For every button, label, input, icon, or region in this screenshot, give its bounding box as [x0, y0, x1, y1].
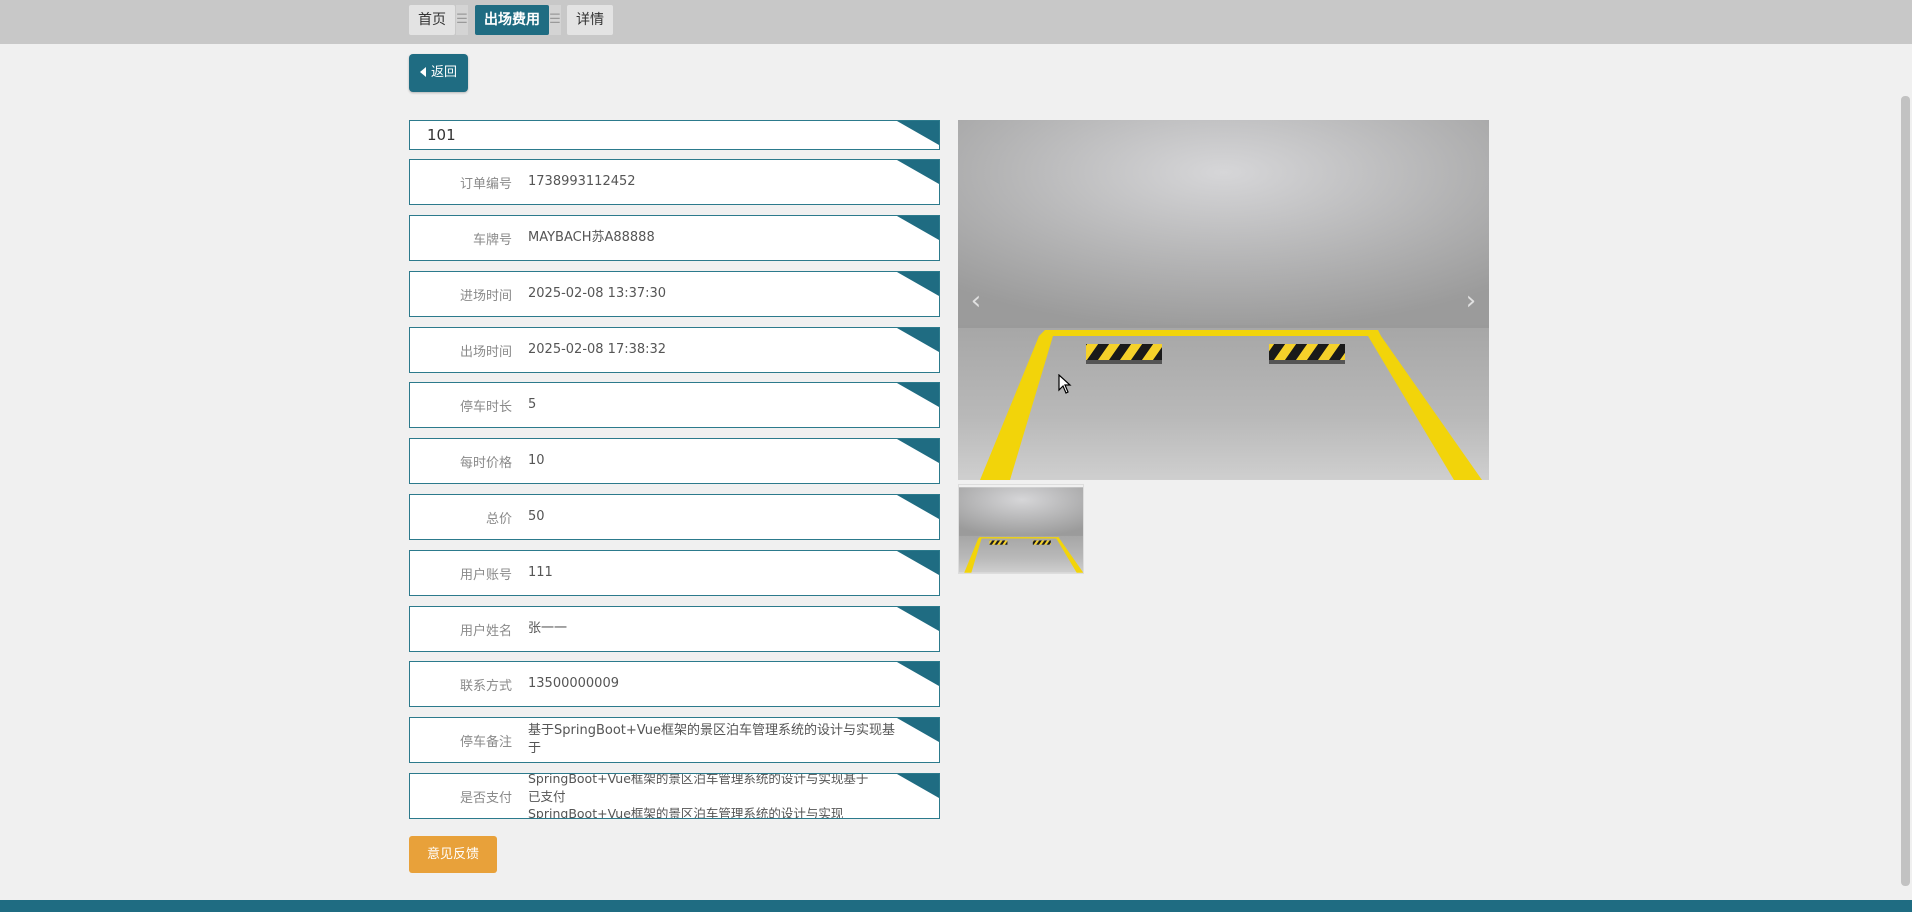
breadcrumb-home[interactable]: 首页: [409, 5, 455, 35]
breadcrumb-separator-icon: ☰: [456, 5, 468, 35]
field-value-line: 已支付: [528, 788, 566, 804]
field-label: 停车时长: [459, 399, 512, 415]
parking-space-image: [958, 120, 1489, 480]
field-value: MAYBACH苏A88888: [528, 230, 655, 245]
field-user-name: 用户姓名 张一一: [409, 606, 940, 652]
field-plate-number: 车牌号 MAYBACH苏A88888: [409, 215, 940, 261]
field-value: 基于SpringBoot+Vue框架的景区泊车管理系统的设计与实现基于: [528, 723, 896, 756]
field-hourly-price: 每时价格 10: [409, 438, 940, 484]
field-value: SpringBoot+Vue框架的景区泊车管理系统的设计与实现基于 已支付 Sp…: [528, 773, 899, 818]
top-navbar: 首页 ☰ 出场费用 ☰ 详情: [0, 0, 1912, 44]
footer-bar: [0, 900, 1912, 912]
field-label: 总价: [485, 511, 512, 527]
field-contact: 联系方式 13500000009: [409, 661, 940, 707]
chevron-left-icon: [419, 67, 426, 77]
field-payment-status: 是否支付 SpringBoot+Vue框架的景区泊车管理系统的设计与实现基于 已…: [409, 773, 940, 819]
corner-decoration: [897, 607, 939, 631]
field-label: 进场时间: [459, 288, 512, 304]
corner-decoration: [897, 495, 939, 519]
carousel-prev-icon[interactable]: ‹: [964, 286, 988, 316]
feedback-button[interactable]: 意见反馈: [409, 836, 497, 873]
parking-space-thumbnail-image: [959, 487, 1083, 573]
field-parking-note: 停车备注 基于SpringBoot+Vue框架的景区泊车管理系统的设计与实现基于: [409, 717, 940, 763]
field-value-line: SpringBoot+Vue框架的景区泊车管理系统的设计与实现基于: [528, 773, 869, 786]
back-button[interactable]: 返回: [409, 54, 468, 92]
corner-decoration: [897, 328, 939, 352]
mouse-cursor-icon: [1058, 373, 1072, 398]
record-title-field: 101: [409, 120, 940, 150]
field-value: 张一一: [528, 621, 568, 636]
corner-decoration: [897, 774, 939, 798]
field-label: 订单编号: [459, 176, 512, 192]
field-value: 111: [528, 565, 553, 580]
corner-decoration: [897, 216, 939, 240]
field-value: 10: [528, 453, 545, 468]
field-order-number: 订单编号 1738993112452: [409, 159, 940, 205]
corner-decoration: [897, 551, 939, 575]
corner-decoration: [897, 383, 939, 407]
field-total-price: 总价 50: [409, 494, 940, 540]
breadcrumb-exit-fee[interactable]: 出场费用: [475, 5, 549, 35]
field-parking-duration: 停车时长 5: [409, 382, 940, 428]
scrollbar-thumb[interactable]: [1901, 96, 1910, 886]
field-label: 停车备注: [459, 734, 512, 750]
breadcrumb-detail[interactable]: 详情: [567, 5, 613, 35]
field-label: 每时价格: [459, 455, 512, 471]
field-label: 出场时间: [459, 344, 512, 360]
field-label: 用户姓名: [459, 623, 512, 639]
field-value-line: SpringBoot+Vue框架的景区泊车管理系统的设计与实现: [528, 806, 844, 819]
field-value: 13500000009: [528, 676, 619, 691]
vertical-scrollbar[interactable]: [1898, 44, 1912, 900]
breadcrumb-separator-icon: ☰: [549, 5, 561, 35]
field-label: 是否支付: [459, 790, 512, 806]
field-value: 50: [528, 509, 545, 524]
field-value: 2025-02-08 17:38:32: [528, 342, 667, 357]
field-value: 5: [528, 397, 537, 412]
carousel-thumbnail[interactable]: [958, 484, 1084, 574]
field-entry-time: 进场时间 2025-02-08 13:37:30: [409, 271, 940, 317]
field-value: 1738993112452: [528, 174, 636, 189]
carousel-next-icon[interactable]: ›: [1459, 286, 1483, 316]
back-button-label: 返回: [430, 65, 457, 80]
field-label: 车牌号: [472, 232, 512, 248]
field-label: 联系方式: [459, 678, 512, 694]
corner-decoration: [897, 718, 939, 742]
field-label: 用户账号: [459, 567, 512, 583]
field-user-account: 用户账号 111: [409, 550, 940, 596]
corner-decoration: [897, 662, 939, 686]
field-value: 2025-02-08 13:37:30: [528, 286, 667, 301]
corner-decoration: [897, 160, 939, 184]
image-carousel[interactable]: ‹ ›: [958, 120, 1489, 480]
corner-decoration: [897, 272, 939, 296]
corner-decoration: [897, 121, 939, 145]
record-title: 101: [427, 126, 456, 144]
field-exit-time: 出场时间 2025-02-08 17:38:32: [409, 327, 940, 373]
corner-decoration: [897, 439, 939, 463]
